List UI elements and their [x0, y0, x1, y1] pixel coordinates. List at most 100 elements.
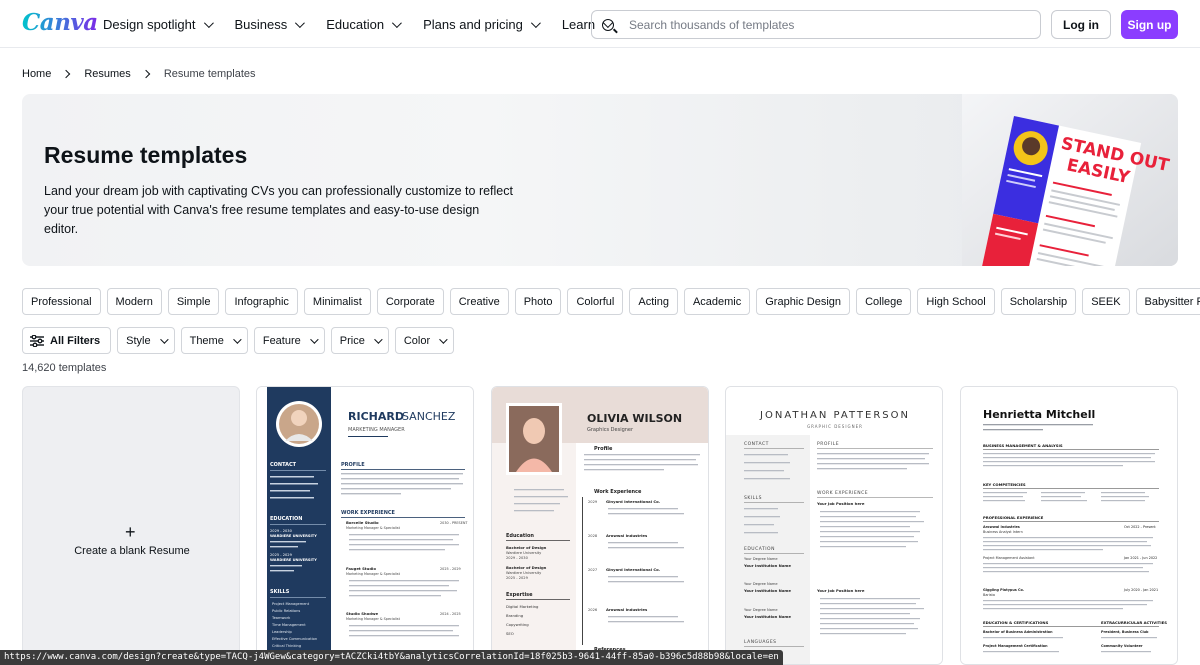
template-text: July 2020 - Jan 2021: [1123, 588, 1158, 592]
template-section: PROFILE: [341, 462, 365, 468]
template-role: GRAPHIC DESIGNER: [807, 424, 863, 429]
template-preview-olivia-wilson: OLIVIA WILSON Graphics Designer Profile …: [492, 387, 708, 664]
filter-theme[interactable]: Theme: [180, 327, 248, 354]
search-input[interactable]: [629, 17, 1009, 32]
all-filters-label: All Filters: [50, 334, 101, 347]
chip-scholarship[interactable]: Scholarship: [1000, 288, 1077, 315]
template-text: 2025 - 2029: [506, 576, 529, 580]
chip-academic[interactable]: Academic: [683, 288, 751, 315]
template-text: Community Volunteer: [1101, 644, 1143, 648]
template-text: Jan 2021 - Jun 2022: [1123, 556, 1157, 560]
template-section: PROFESSIONAL EXPERIENCE: [983, 515, 1044, 520]
chip-high-school[interactable]: High School: [917, 288, 995, 315]
nav-business[interactable]: Business: [234, 16, 306, 32]
template-text: Bachelor of Design: [506, 545, 547, 550]
template-card[interactable]: JONATHAN PATTERSON GRAPHIC DESIGNER CONT…: [725, 386, 943, 665]
filter-price[interactable]: Price: [330, 327, 389, 354]
template-section: SKILLS: [744, 495, 762, 501]
chip-creative[interactable]: Creative: [449, 288, 509, 315]
login-button[interactable]: Log in: [1051, 10, 1111, 39]
template-text: Teamwork: [271, 616, 291, 620]
chevron-down-icon: [203, 17, 214, 28]
template-section: SKILLS: [270, 589, 290, 595]
template-text: Oct 2022 - Present: [1124, 525, 1156, 529]
create-blank-label: Create a blank Resume: [74, 545, 190, 557]
chevron-down-icon: [233, 334, 242, 344]
nav-label: Business: [234, 16, 288, 32]
template-text: Barista: [983, 593, 995, 597]
chevron-down-icon: [373, 334, 383, 344]
breadcrumb-resumes[interactable]: Resumes: [84, 68, 130, 80]
create-blank-resume-card[interactable]: + Create a blank Resume: [22, 386, 240, 665]
template-text: Your Institution Name: [743, 614, 791, 619]
template-section: LANGUAGES: [744, 639, 777, 645]
template-text: Borcelle Studio: [346, 520, 379, 525]
chevron-right-icon: [62, 69, 71, 79]
template-text: Ginyard International Co.: [606, 567, 661, 572]
template-section: Profile: [594, 446, 613, 452]
template-text: Your Institution Name: [743, 588, 791, 593]
template-section: Work Experience: [594, 489, 642, 495]
chip-professional[interactable]: Professional: [22, 288, 101, 315]
template-text: Digital Marketing: [506, 604, 539, 609]
template-text: 2025 - 2029: [270, 553, 293, 557]
page-description: Land your dream job with captivating CVs…: [44, 184, 513, 236]
filter-label: Theme: [189, 334, 224, 347]
template-card[interactable]: OLIVIA WILSON Graphics Designer Profile …: [491, 386, 709, 665]
template-text: 2024 - 2025: [440, 612, 461, 616]
chip-acting[interactable]: Acting: [629, 288, 678, 315]
chip-modern[interactable]: Modern: [106, 288, 162, 315]
top-nav: Canva Design spotlight Business Educatio…: [0, 0, 1200, 48]
chip-graphic-design[interactable]: Graphic Design: [756, 288, 851, 315]
nav-plans-and-pricing[interactable]: Plans and pricing: [423, 17, 541, 32]
template-text: Marketing Manager & Specialist: [346, 526, 401, 530]
filter-color[interactable]: Color: [394, 327, 455, 354]
sliders-icon: [30, 334, 44, 347]
template-text: Marketing Manager & Specialist: [346, 572, 401, 576]
chip-simple[interactable]: Simple: [167, 288, 220, 315]
signup-button[interactable]: Sign up: [1121, 10, 1178, 39]
breadcrumb-home[interactable]: Home: [22, 68, 51, 80]
hero-resume-illustration: STAND OUT EASILY: [962, 94, 1178, 266]
chevron-down-icon: [439, 334, 448, 344]
chip-college[interactable]: College: [856, 288, 912, 315]
canva-logo[interactable]: Canva: [22, 9, 98, 36]
template-text: Your Job Position here: [816, 501, 865, 506]
filter-feature[interactable]: Feature: [253, 327, 325, 354]
template-text: Arowwai Industries: [606, 607, 648, 612]
template-name: Henrietta Mitchell: [983, 408, 1095, 421]
chip-corporate[interactable]: Corporate: [376, 288, 444, 315]
template-text: Marketing Manager & Specialist: [346, 617, 401, 621]
chip-seek[interactable]: SEEK: [1082, 288, 1130, 315]
template-text: WARDIERE UNIVERSITY: [270, 534, 317, 538]
filter-label: Color: [403, 334, 431, 347]
template-text: Public Relations: [272, 609, 300, 613]
template-text: Your Institution Name: [743, 563, 791, 568]
template-preview-henrietta-mitchell: Henrietta Mitchell BUSINESS MANAGEMENT &…: [961, 387, 1177, 664]
template-section: BUSINESS MANAGEMENT & ANALYSIS: [983, 443, 1063, 448]
filter-label: Style: [126, 334, 151, 347]
template-preview-richard-sanchez: RICHARD SANCHEZ MARKETING MANAGER CONTAC…: [257, 387, 473, 664]
template-text: Studio Shodwe: [346, 611, 378, 616]
chip-infographic[interactable]: Infographic: [225, 288, 298, 315]
nav-design-spotlight[interactable]: Design spotlight: [103, 16, 214, 32]
template-text: Bachelor of Business Administration: [983, 630, 1053, 634]
chip-minimalist[interactable]: Minimalist: [303, 288, 371, 315]
search-bar[interactable]: [591, 10, 1041, 39]
all-filters-button[interactable]: All Filters: [22, 327, 112, 354]
template-text: 2025 - 2029: [440, 567, 461, 571]
template-section: PROFILE: [817, 441, 839, 447]
template-text: Your Degree Name: [744, 582, 778, 586]
template-text: Your Job Position here: [816, 588, 865, 593]
nav-education[interactable]: Education: [326, 17, 402, 32]
nav-label: Design spotlight: [103, 16, 196, 32]
template-text: Giggling Platypus Co.: [983, 588, 1024, 592]
main-nav: Design spotlight Business Education Plan…: [103, 0, 634, 48]
template-text: President, Business Club: [1101, 630, 1149, 634]
template-card[interactable]: Henrietta Mitchell BUSINESS MANAGEMENT &…: [960, 386, 1178, 665]
filter-style[interactable]: Style: [117, 327, 175, 354]
chip-photo[interactable]: Photo: [514, 288, 562, 315]
template-card[interactable]: RICHARD SANCHEZ MARKETING MANAGER CONTAC…: [256, 386, 474, 665]
chip-colorful[interactable]: Colorful: [567, 288, 624, 315]
chip-babysitter-resume[interactable]: Babysitter Resume: [1135, 288, 1200, 315]
